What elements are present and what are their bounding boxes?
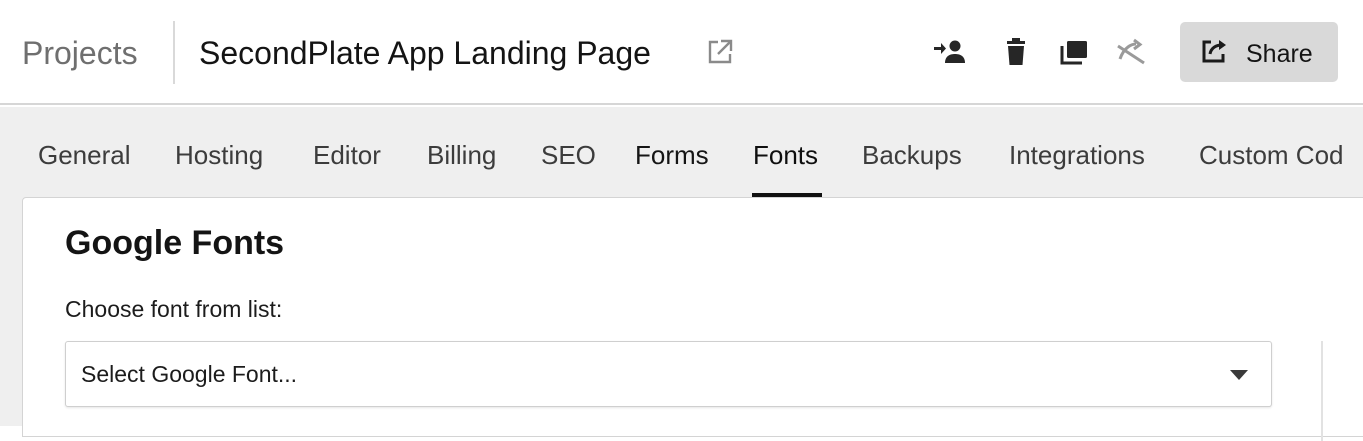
trash-icon[interactable] xyxy=(999,35,1033,69)
duplicate-icon[interactable] xyxy=(1057,35,1091,69)
share-button[interactable]: Share xyxy=(1180,22,1338,82)
tab-forms[interactable]: Forms xyxy=(635,137,709,173)
google-fonts-panel: Google Fonts Choose font from list: Sele… xyxy=(22,197,1363,441)
tab-general[interactable]: General xyxy=(38,137,131,173)
page-title: SecondPlate App Landing Page xyxy=(199,35,651,71)
tab-seo[interactable]: SEO xyxy=(541,137,596,173)
choose-font-label: Choose font from list: xyxy=(65,296,283,322)
transfer-user-icon[interactable] xyxy=(931,35,965,69)
caret-down-icon xyxy=(1230,370,1248,380)
tab-hosting[interactable]: Hosting xyxy=(175,137,263,173)
share-icon xyxy=(1202,40,1226,63)
breadcrumb-projects-link[interactable]: Projects xyxy=(22,33,138,73)
settings-tab-bar: General Hosting Editor Billing SEO Forms… xyxy=(0,107,1363,197)
tab-editor[interactable]: Editor xyxy=(313,137,381,173)
tab-billing[interactable]: Billing xyxy=(427,137,496,173)
tab-custom-code[interactable]: Custom Cod xyxy=(1199,137,1344,173)
google-font-select-value: Select Google Font... xyxy=(81,361,298,387)
google-font-select[interactable]: Select Google Font... xyxy=(65,341,1272,407)
breadcrumb-divider xyxy=(173,21,175,84)
tab-backups[interactable]: Backups xyxy=(862,137,962,173)
share-button-label: Share xyxy=(1246,40,1313,68)
column-divider xyxy=(1321,341,1323,441)
external-link-icon[interactable] xyxy=(705,37,735,67)
section-title: Google Fonts xyxy=(65,224,285,262)
project-settings: General Hosting Editor Billing SEO Forms… xyxy=(0,107,1363,441)
project-header: Projects SecondPlate App Landing Page Sh… xyxy=(0,0,1363,105)
tab-fonts[interactable]: Fonts xyxy=(753,137,818,173)
unpublish-icon[interactable] xyxy=(1114,35,1148,69)
tab-integrations[interactable]: Integrations xyxy=(1009,137,1145,173)
